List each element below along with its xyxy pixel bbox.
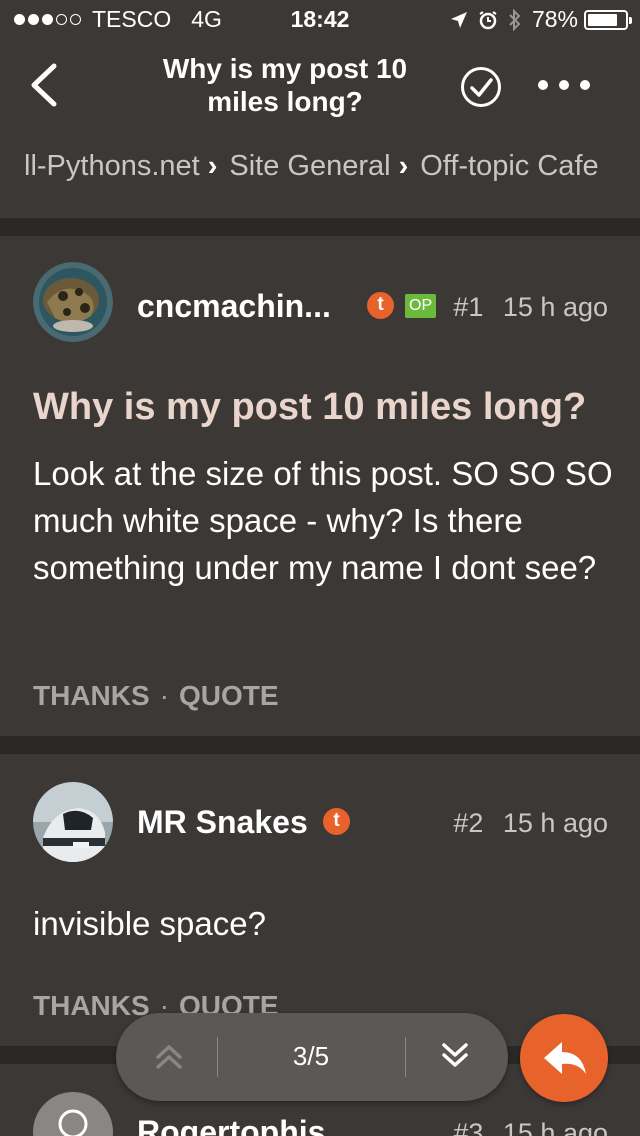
post-item: MR Snakes t #2 15 h ago invisible space?… <box>0 754 640 1046</box>
page-navigator: 3/5 <box>116 1013 508 1101</box>
chevron-right-icon: › <box>398 150 409 182</box>
separator-dot: · <box>159 680 169 711</box>
bluetooth-icon <box>509 8 521 31</box>
author-name[interactable]: cncmachin... <box>137 288 331 325</box>
alarm-icon <box>479 10 497 29</box>
divider <box>0 736 640 754</box>
post-time: 15 h ago <box>502 1118 608 1136</box>
page-title: Why is my post 10 miles long? <box>162 53 408 117</box>
status-icons: 78% <box>450 6 632 33</box>
tapatalk-badge-icon: t <box>367 292 394 319</box>
avatar[interactable] <box>33 782 113 862</box>
quote-button[interactable]: QUOTE <box>179 680 279 711</box>
reply-button[interactable] <box>520 1014 608 1102</box>
breadcrumb-item-off-topic[interactable]: Off-topic Cafe <box>420 150 598 183</box>
post-time: 15 h ago <box>502 808 608 838</box>
post-meta: #1 15 h ago <box>453 292 608 323</box>
divider <box>405 1037 406 1077</box>
location-arrow-icon <box>450 11 467 28</box>
avatar[interactable] <box>33 262 113 342</box>
double-chevron-up-icon[interactable] <box>152 1039 186 1073</box>
top-navigation-bar: Why is my post 10 miles long? <box>0 40 640 130</box>
thanks-button[interactable]: THANKS <box>33 680 150 711</box>
post-number: #1 <box>453 292 484 322</box>
post-body: invisible space? <box>33 905 266 942</box>
thanks-button[interactable]: THANKS <box>33 990 150 1021</box>
breadcrumb-item-site[interactable]: ll-Pythons.net <box>24 150 200 183</box>
post-number: #2 <box>453 808 484 838</box>
avatar[interactable] <box>33 1092 113 1136</box>
author-name[interactable]: MR Snakes <box>137 804 308 841</box>
post-meta: #2 15 h ago <box>453 808 608 839</box>
status-bar: TESCO 4G 18:42 78% <box>0 0 640 40</box>
avatar-image <box>33 782 113 862</box>
post-item: cncmachin... t OP #1 15 h ago Why is my … <box>0 236 640 736</box>
post-time: 15 h ago <box>502 292 608 322</box>
post-title: Why is my post 10 miles long? <box>33 386 587 428</box>
check-circle-icon[interactable] <box>460 66 502 108</box>
more-horizontal-icon[interactable] <box>538 78 590 92</box>
author-name[interactable]: Rogertophis <box>137 1114 325 1136</box>
divider <box>0 218 640 236</box>
chevron-right-icon: › <box>207 150 218 182</box>
post-actions: THANKS · QUOTE <box>33 680 279 712</box>
avatar-image <box>33 262 113 342</box>
op-badge: OP <box>405 294 437 318</box>
default-avatar-icon <box>58 1109 88 1136</box>
post-number: #3 <box>453 1118 484 1136</box>
reply-icon <box>544 1042 586 1074</box>
chevron-left-icon[interactable] <box>26 62 66 108</box>
breadcrumb-item-site-general[interactable]: Site General <box>229 150 390 183</box>
battery-icon <box>584 9 632 30</box>
page-indicator[interactable]: 3/5 <box>217 1041 405 1072</box>
post-meta: #3 15 h ago <box>453 1118 608 1136</box>
post-body: Look at the size of this post. SO SO SO … <box>33 455 613 586</box>
battery-percent: 78% <box>531 6 578 32</box>
breadcrumb: ll-Pythons.net › Site General › Off-topi… <box>24 150 599 183</box>
tapatalk-badge-icon: t <box>323 808 350 835</box>
double-chevron-down-icon[interactable] <box>438 1039 472 1073</box>
